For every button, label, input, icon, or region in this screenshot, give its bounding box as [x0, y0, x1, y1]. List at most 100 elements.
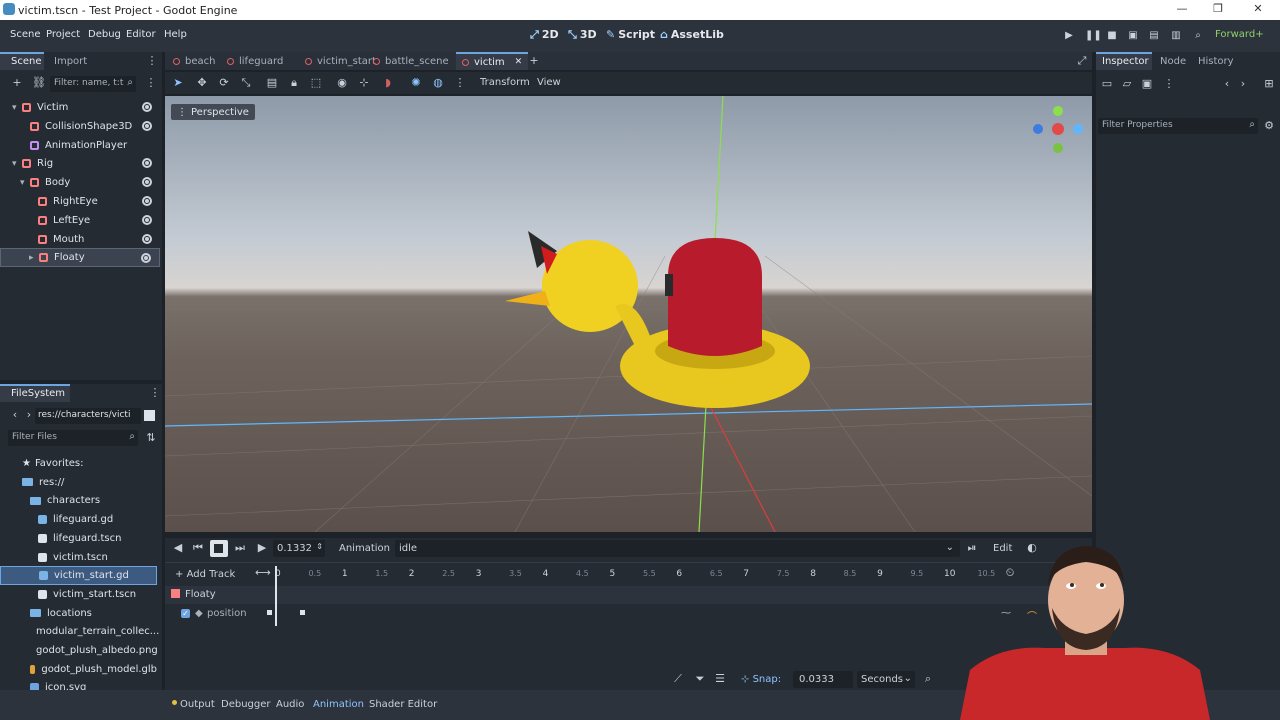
tab-history[interactable]: History [1198, 56, 1234, 67]
menu-scene[interactable]: Scene [10, 29, 41, 40]
expand-arrow-icon[interactable]: ▾ [12, 159, 22, 169]
scene-tab-victim[interactable]: victim ✕ [456, 52, 529, 70]
zoom-icon[interactable]: ⌕ [921, 672, 935, 686]
add-track-button[interactable]: + Add Track [175, 569, 235, 580]
close-window-icon[interactable]: ✕ [1248, 2, 1268, 18]
remote-debug-icon[interactable]: ▣ [1127, 30, 1139, 42]
fs-item-characters[interactable]: characters [0, 491, 157, 510]
menu-project[interactable]: Project [46, 29, 80, 40]
inspector-settings-icon[interactable]: ⚙ [1262, 119, 1276, 133]
workspace-3d-button[interactable]: ⤡ 3D [568, 28, 597, 42]
track-enabled-checkbox[interactable]: ✓ [181, 609, 190, 618]
track-list-icon[interactable]: ☰ [713, 672, 727, 686]
scene-filter-input[interactable]: Filter: name, t:t ⌕ [50, 76, 136, 92]
track-group-row[interactable]: Floaty [165, 586, 1092, 604]
scene-node-collisionshape3d[interactable]: CollisionShape3D [0, 117, 160, 136]
tab-scene[interactable]: Scene [11, 56, 42, 67]
play-icon[interactable]: ▶ [255, 541, 269, 555]
play-project-icon[interactable]: ▶ [1063, 30, 1075, 42]
tab-output[interactable]: Output [180, 699, 215, 710]
scene-tab-victim-start[interactable]: victim_start [305, 52, 376, 70]
3d-viewport[interactable]: ⋮ Perspective [165, 96, 1092, 532]
workspace-script-button[interactable]: ✎ Script [606, 28, 655, 41]
tab-filesystem[interactable]: FileSystem [11, 388, 65, 399]
snap-toggle[interactable]: ⊹ Snap: [741, 674, 781, 685]
tab-animation[interactable]: Animation [313, 699, 364, 710]
fs-item-res[interactable]: res:// [0, 473, 157, 492]
fs-item-godot-plush-model-glb[interactable]: godot_plush_model.glb [0, 660, 157, 679]
filter-tracks-icon[interactable]: ⏷ [693, 672, 707, 686]
fs-filter-input[interactable]: Filter Files ⌕ [8, 430, 138, 446]
tab-node[interactable]: Node [1160, 56, 1186, 67]
fs-item-modular-terrain-collec[interactable]: modular_terrain_collec... [0, 622, 159, 641]
forward-icon[interactable]: › [22, 408, 36, 422]
keyframe[interactable] [300, 610, 305, 615]
pause-icon[interactable]: ❚❚ [1085, 30, 1102, 42]
fs-path-field[interactable]: res://characters/victi [35, 408, 141, 424]
expand-arrow-icon[interactable]: ▸ [29, 253, 39, 263]
visibility-eye-icon[interactable] [142, 102, 152, 112]
movie-maker-icon[interactable]: ⌕ [1192, 30, 1204, 42]
keyframe[interactable] [267, 610, 272, 615]
expand-arrow-icon[interactable]: ▾ [20, 178, 30, 188]
dock-menu-icon[interactable]: ⋮ [145, 54, 159, 68]
save-resource-icon[interactable]: ▣ [1140, 77, 1154, 91]
inspector-extra-icon[interactable]: ⋮ [1162, 77, 1176, 91]
scene-node-floaty[interactable]: ▸ Floaty [0, 248, 160, 268]
inspector-expand-icon[interactable]: ⊞ [1262, 77, 1276, 91]
perspective-menu[interactable]: ⋮ Perspective [171, 104, 255, 120]
group-icon[interactable]: ⬚ [309, 76, 323, 90]
menu-help[interactable]: Help [164, 29, 187, 40]
minimize-icon[interactable]: — [1172, 2, 1192, 18]
fs-sort-icon[interactable]: ⇅ [144, 431, 158, 445]
tab-shader-editor[interactable]: Shader Editor [369, 699, 437, 710]
fs-item-victim-tscn[interactable]: victim.tscn [0, 548, 157, 567]
select-mode-icon[interactable]: ➤ [171, 76, 185, 90]
scene-tab-lifeguard[interactable]: lifeguard [227, 52, 283, 70]
fs-dock-menu-icon[interactable]: ⋮ [148, 386, 162, 400]
filter-properties-input[interactable]: Filter Properties ⌕ [1098, 118, 1258, 134]
scene-node-righteye[interactable]: RightEye [0, 192, 160, 211]
visibility-eye-icon[interactable] [142, 177, 152, 188]
environment-icon[interactable]: ◍ [431, 76, 445, 90]
rotate-mode-icon[interactable]: ⟳ [217, 76, 231, 90]
visibility-eye-icon[interactable] [141, 253, 151, 264]
fs-item-godot-plush-albedo-png[interactable]: godot_plush_albedo.png [0, 641, 158, 660]
back-icon[interactable]: ‹ [8, 408, 22, 422]
tab-audio[interactable]: Audio [276, 699, 304, 710]
bezier-icon[interactable]: ⟋ [671, 672, 685, 686]
add-node-icon[interactable]: + [10, 76, 24, 90]
menu-debug[interactable]: Debug [88, 29, 121, 40]
play-scene-icon[interactable]: ▤ [1148, 30, 1160, 42]
scene-node-animationplayer[interactable]: AnimationPlayer [0, 136, 160, 155]
scene-node-rig[interactable]: ▾ Rig [0, 154, 160, 173]
view-menu[interactable]: View [537, 77, 561, 88]
play-backwards-from-end-icon[interactable]: ⏮ [191, 541, 205, 555]
sun-icon[interactable]: ✺ [409, 76, 423, 90]
visibility-eye-icon[interactable] [142, 214, 152, 225]
play-backwards-icon[interactable]: ◀ [171, 541, 185, 555]
visibility-eye-icon[interactable] [142, 233, 152, 244]
distraction-free-icon[interactable]: ⤢ [1075, 54, 1089, 68]
renderer-select[interactable]: Forward+ [1215, 29, 1264, 40]
scene-node-mouth[interactable]: Mouth [0, 230, 160, 249]
fs-item-locations[interactable]: locations [0, 604, 157, 623]
history-forward-icon[interactable]: › [1236, 77, 1250, 91]
load-resource-icon[interactable]: ▱ [1120, 77, 1134, 91]
stop-icon[interactable]: ■ [1106, 30, 1118, 42]
menu-editor[interactable]: Editor [126, 29, 156, 40]
visibility-eye-icon[interactable] [142, 158, 152, 169]
toggle-split-icon[interactable] [144, 410, 155, 421]
history-back-icon[interactable]: ‹ [1220, 77, 1234, 91]
viewport-menu-icon[interactable]: ⋮ [453, 76, 467, 90]
tab-import[interactable]: Import [54, 56, 87, 67]
scale-mode-icon[interactable]: ⤡ [239, 76, 253, 90]
tab-debugger[interactable]: Debugger [221, 699, 271, 710]
play-from-start-icon[interactable]: ⏭ [233, 541, 247, 555]
restore-icon[interactable]: ❐ [1208, 2, 1228, 18]
camera-icon[interactable]: ◉ [335, 76, 349, 90]
visibility-eye-icon[interactable] [142, 120, 152, 131]
playhead[interactable] [275, 566, 277, 626]
magnet-icon[interactable]: ◗ [381, 76, 395, 90]
scene-node-lefteye[interactable]: LeftEye [0, 211, 160, 230]
